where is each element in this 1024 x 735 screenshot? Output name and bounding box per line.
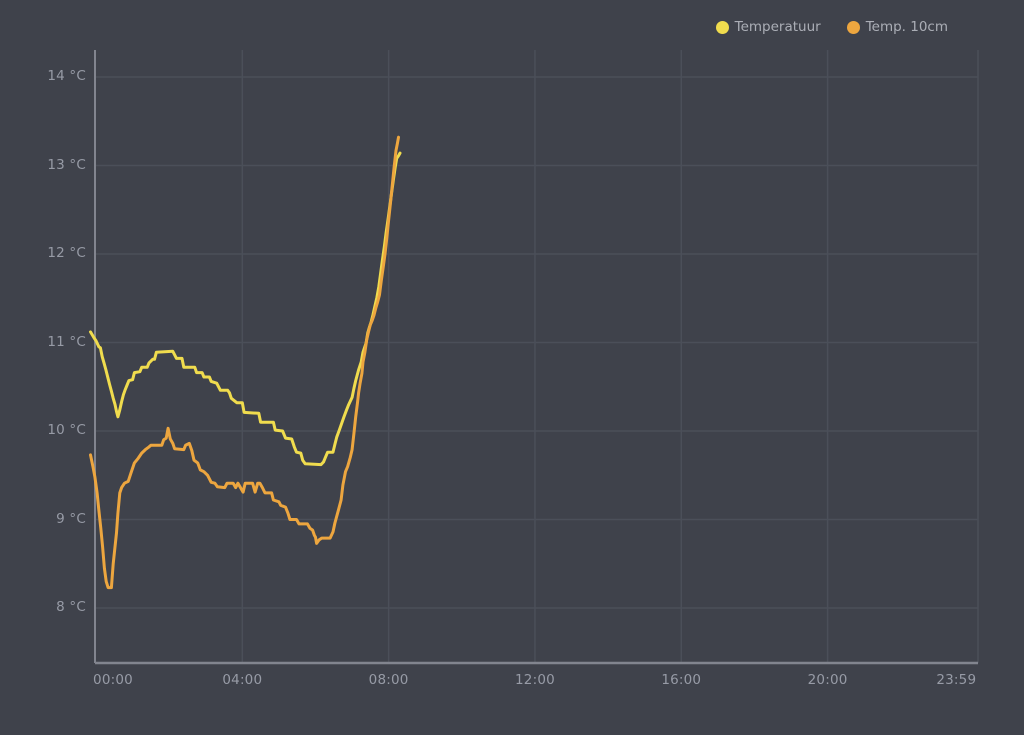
x-tick-label: 20:00 <box>807 672 848 688</box>
y-tick-label: 8 °C <box>56 599 86 615</box>
y-tick-label: 10 °C <box>47 422 86 438</box>
legend-label-temperatuur: Temperatuur <box>734 19 821 35</box>
x-tick-label: 08:00 <box>368 672 409 688</box>
x-tick-label: 23:59 <box>936 672 977 688</box>
x-tick-label: 16:00 <box>661 672 702 688</box>
y-tick-label: 9 °C <box>56 510 86 527</box>
legend-marker-temperatuur-icon <box>715 20 729 34</box>
legend-item-temp-10cm[interactable]: Temp. 10cm <box>846 19 948 35</box>
x-tick-label: 12:00 <box>515 672 555 688</box>
plot-area <box>89 50 979 665</box>
x-tick-label: 04:00 <box>222 672 263 688</box>
x-tick-label: 00:00 <box>93 672 133 688</box>
legend: Temperatuur Temp. 10cm <box>715 19 948 35</box>
y-tick-label: 12 °C <box>47 245 86 261</box>
y-tick-label: 13 °C <box>47 156 86 173</box>
y-tick-label: 11 °C <box>47 333 86 350</box>
legend-item-temperatuur[interactable]: Temperatuur <box>715 19 821 35</box>
series-line-temperatuur[interactable] <box>89 151 402 467</box>
temperature-chart-card: 14 °C 13 °C 12 °C 11 °C 10 °C 9 °C 8 °C … <box>0 0 1024 735</box>
legend-label-temp-10cm: Temp. 10cm <box>865 19 948 35</box>
legend-marker-temp-10cm-icon <box>846 20 860 34</box>
y-tick-label: 14 °C <box>47 68 86 84</box>
